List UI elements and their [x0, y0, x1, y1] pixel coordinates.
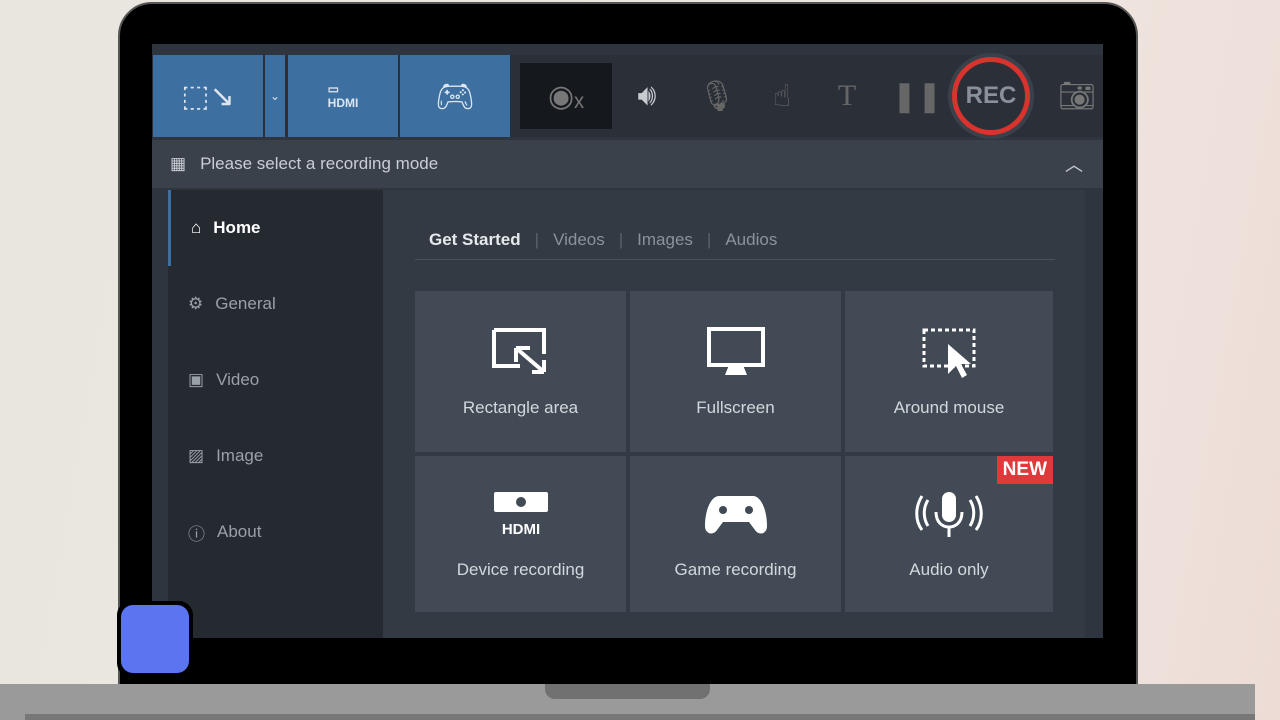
pause-button[interactable]: ❚❚	[892, 55, 942, 137]
camera-icon: 📷︎	[1057, 79, 1097, 113]
webcam-toggle[interactable]: ◉ₓ	[520, 63, 612, 129]
monitor-icon	[706, 326, 765, 375]
sidebar: ⌂ Home ⚙ General ▣ Video ▨ Image ⓘ About	[168, 190, 383, 638]
mode-grid: Rectangle area Fullscreen Around mouse H…	[415, 291, 1053, 612]
sidebar-item-general[interactable]: ⚙ General	[168, 266, 383, 342]
webcam-off-icon: ◉ₓ	[547, 79, 585, 113]
brand-logo	[117, 601, 193, 677]
chevron-down-icon: ⌄	[269, 89, 281, 103]
cursor-effect-button[interactable]: ☝︎	[757, 55, 807, 137]
mode-device-recording[interactable]: HDMI Device recording	[415, 456, 626, 612]
gear-icon: ⚙	[188, 294, 204, 313]
gamepad-icon: 🎮︎	[434, 78, 476, 114]
svg-text:HDMI: HDMI	[501, 521, 539, 538]
mode-fullscreen[interactable]: Fullscreen	[630, 291, 841, 452]
record-button[interactable]: REC	[952, 57, 1030, 135]
pause-icon: ❚❚	[891, 79, 943, 113]
hdmi-device-icon: HDMI	[493, 492, 548, 538]
mode-game-recording[interactable]: Game recording	[630, 456, 841, 612]
mode-label: Rectangle area	[462, 397, 579, 417]
app-window: ⬚↘ ⌄ ▭ HDMI 🎮︎ ◉ₓ 🔊︎ 🎙︎ ☝︎ T ❚❚ REC 📷︎ ▦ …	[152, 44, 1103, 638]
mode-label: Game recording	[674, 560, 797, 579]
grid-icon: ▦	[170, 154, 187, 173]
tab-audios[interactable]: Audios	[711, 230, 791, 250]
mode-label: Device recording	[456, 560, 585, 579]
microphone-toggle[interactable]: 🎙︎	[692, 55, 742, 137]
toolbar: ⬚↘ ⌄ ▭ HDMI 🎮︎ ◉ₓ 🔊︎ 🎙︎ ☝︎ T ❚❚ REC 📷︎	[152, 55, 1103, 137]
tab-bar: Get Started | Videos | Images | Audios	[415, 220, 1055, 260]
sidebar-item-label: Home	[213, 218, 261, 237]
mode-label: Audio only	[909, 560, 989, 579]
sidebar-item-video[interactable]: ▣ Video	[168, 342, 383, 418]
hdmi-icon: ▭ HDMI	[327, 82, 359, 110]
collapse-chevron-icon[interactable]: ︿	[1065, 151, 1083, 177]
text-icon: T	[837, 79, 857, 112]
mode-rectangle-area[interactable]: Rectangle area	[415, 291, 626, 452]
sidebar-item-about[interactable]: ⓘ About	[168, 494, 383, 570]
around-mouse-icon	[922, 328, 976, 378]
sidebar-item-home[interactable]: ⌂ Home	[168, 190, 383, 266]
mode-label: Around mouse	[893, 397, 1005, 417]
mode-around-mouse[interactable]: Around mouse	[845, 291, 1053, 452]
cursor-click-icon: ☝︎	[772, 79, 792, 113]
rectangle-mode-button[interactable]: ⬚↘	[153, 55, 263, 137]
mode-header: ▦ Please select a recording mode ︿	[152, 140, 1103, 188]
mode-label: Fullscreen	[696, 397, 775, 417]
info-icon: ⓘ	[188, 524, 205, 544]
sidebar-item-label: Image	[216, 446, 264, 465]
tab-videos[interactable]: Videos	[539, 230, 619, 250]
video-settings-icon: ▣	[188, 370, 205, 389]
mode-dropdown-button[interactable]: ⌄	[265, 55, 285, 137]
laptop-notch	[545, 684, 710, 699]
main-panel: Get Started | Videos | Images | Audios Rect…	[383, 190, 1085, 638]
pc-logo-icon	[121, 605, 189, 673]
microphone-off-icon: 🎙︎	[697, 79, 737, 113]
tab-get-started[interactable]: Get Started	[415, 230, 535, 250]
header-title: Please select a recording mode	[200, 154, 439, 173]
image-settings-icon: ▨	[188, 446, 205, 465]
sidebar-item-label: General	[215, 294, 276, 313]
screenshot-button[interactable]: 📷︎	[1052, 55, 1102, 137]
mode-audio-only[interactable]: NEW Audio only	[845, 456, 1053, 612]
game-mode-button[interactable]: 🎮︎	[400, 55, 510, 137]
rectangle-cursor-icon: ⬚↘	[181, 79, 235, 113]
new-badge: NEW	[996, 456, 1053, 484]
home-icon: ⌂	[191, 218, 202, 237]
tab-images[interactable]: Images	[623, 230, 707, 250]
speaker-icon: 🔊︎	[637, 79, 657, 112]
gamepad-icon	[704, 496, 767, 534]
record-label: REC	[965, 82, 1017, 109]
speaker-toggle[interactable]: 🔊︎	[622, 55, 672, 137]
hdmi-mode-button[interactable]: ▭ HDMI	[288, 55, 398, 137]
microphone-icon	[915, 492, 983, 537]
sidebar-item-label: About	[217, 522, 262, 541]
sidebar-item-label: Video	[216, 370, 260, 389]
sidebar-item-image[interactable]: ▨ Image	[168, 418, 383, 494]
text-tool-button[interactable]: T	[822, 55, 872, 137]
rectangle-area-icon	[491, 327, 546, 374]
